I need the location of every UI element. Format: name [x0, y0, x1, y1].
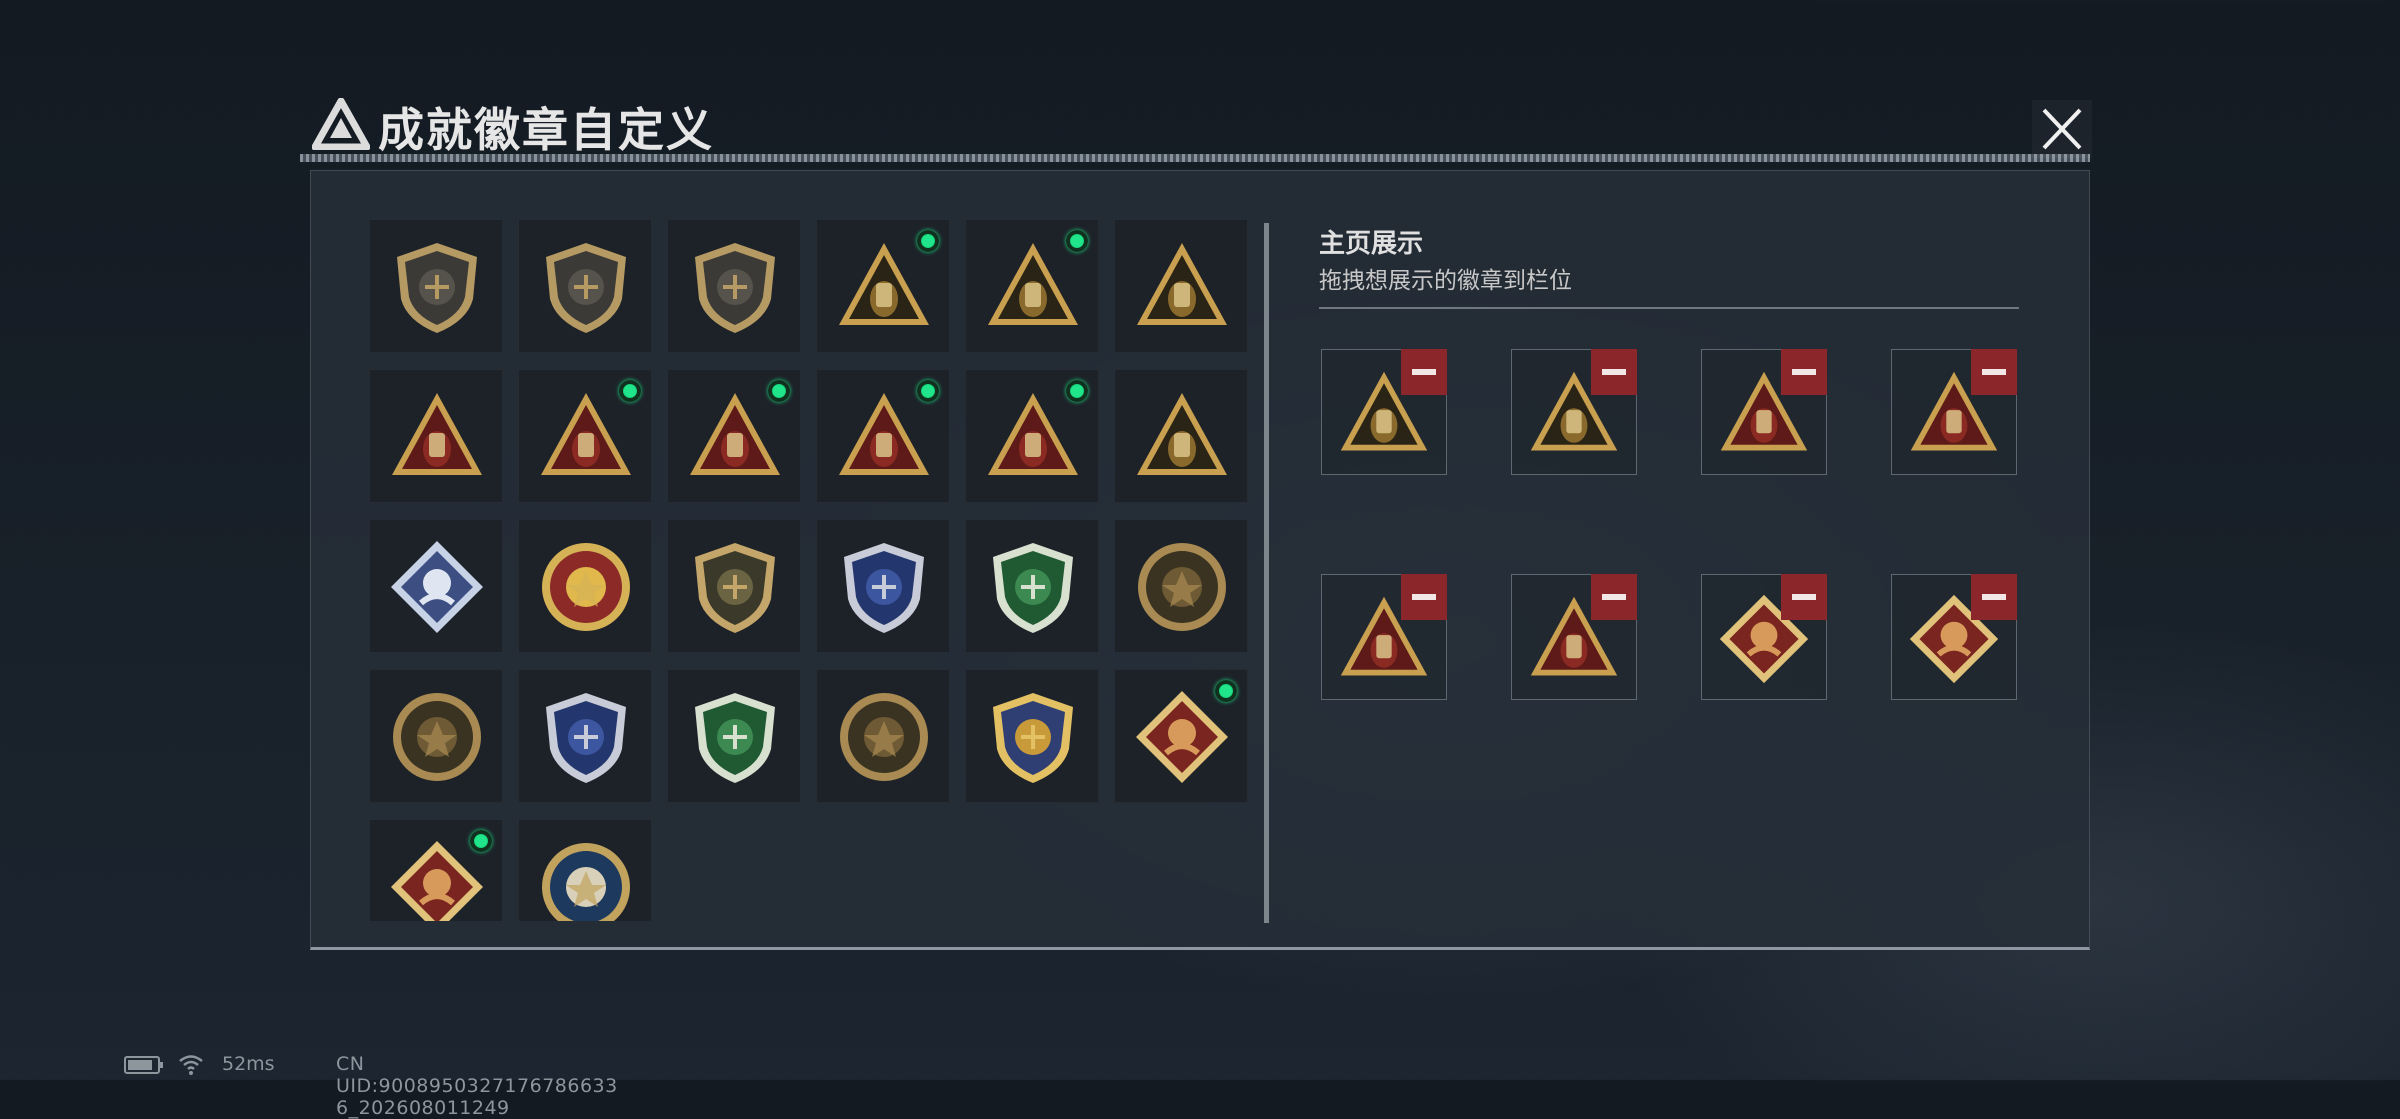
remove-badge-button[interactable] — [1971, 574, 2017, 620]
new-indicator-dot — [1066, 380, 1088, 402]
green-laurel-shield-badge-icon — [993, 543, 1073, 633]
badge-cell-olive-shield-badge[interactable] — [667, 519, 801, 653]
badge-cell-helicopter-shield-badge[interactable] — [518, 219, 652, 353]
kneeling-figure-badge-icon — [839, 393, 929, 475]
hands-dice-badge-icon — [988, 393, 1078, 475]
soldiers-flag-badge-icon — [1137, 393, 1227, 475]
ping-readout: 52ms — [222, 1053, 275, 1075]
new-indicator-dot — [1066, 230, 1088, 252]
new-indicator-dot — [1215, 680, 1237, 702]
new-indicator-dot — [917, 230, 939, 252]
showcase-slot-red-dragon-diamond-badge[interactable] — [1701, 574, 1827, 700]
new-indicator-dot — [917, 380, 939, 402]
battery-icon — [124, 1056, 163, 1074]
blue-laurel-shield-badge-icon — [844, 543, 924, 633]
panel-divider — [1264, 223, 1269, 923]
badge-cell-blue-diamond-rose-badge[interactable] — [369, 519, 503, 653]
badge-cell-hands-dice-badge[interactable] — [965, 369, 1099, 503]
number-one-badge-icon — [392, 393, 482, 475]
remove-badge-button[interactable] — [1591, 349, 1637, 395]
badge-cell-kneeling-figure-badge[interactable] — [816, 369, 950, 503]
badge-customization-panel: 主页展示 拖拽想展示的徽章到栏位 — [310, 170, 2090, 950]
user-uid: CN UID:9008950327176786633 6_20260801124… — [336, 1053, 618, 1119]
title-divider-stripe — [300, 154, 2090, 162]
remove-badge-button[interactable] — [1781, 349, 1827, 395]
page-title: 成就徽章自定义 — [378, 103, 714, 157]
blue-crosshair-rifle-badge-icon — [546, 693, 626, 783]
remove-badge-button[interactable] — [1971, 349, 2017, 395]
badge-collection-grid[interactable] — [369, 219, 1269, 921]
badge-cell-green-crosshair-rifle-badge[interactable] — [667, 669, 801, 803]
canister-57-badge-icon — [839, 243, 929, 325]
olive-shield-badge-icon — [695, 543, 775, 633]
tank-sunburst-badge-icon — [393, 693, 481, 781]
showcase-title: 主页展示 — [1319, 229, 1424, 259]
close-x-icon — [2032, 100, 2092, 158]
satellite-59-badge-icon — [988, 243, 1078, 325]
remove-badge-button[interactable] — [1401, 574, 1447, 620]
mask-helmet-badge-icon — [690, 393, 780, 475]
green-crosshair-rifle-badge-icon — [695, 693, 775, 783]
wolf-round-badge-icon — [542, 843, 630, 921]
badge-cell-dagger-shield-badge[interactable] — [667, 219, 801, 353]
red-dragon-diamond-badge-icon — [1136, 691, 1228, 783]
badge-cell-skull-crosshair-medal-badge[interactable] — [1114, 519, 1248, 653]
new-indicator-dot — [768, 380, 790, 402]
showcase-hint: 拖拽想展示的徽章到栏位 — [1319, 268, 1572, 294]
badge-cell-rifle-round-badge[interactable] — [816, 669, 950, 803]
badge-cell-running-figure-diamond-badge[interactable] — [369, 819, 503, 921]
showcase-slot-satellite-59-badge[interactable] — [1511, 349, 1637, 475]
showcase-slot-kneeling-figure-badge[interactable] — [1701, 349, 1827, 475]
badge-cell-tank-sunburst-badge[interactable] — [369, 669, 503, 803]
helicopter-shield-badge-icon — [546, 243, 626, 333]
badge-cell-green-laurel-shield-badge[interactable] — [965, 519, 1099, 653]
badge-cell-blue-laurel-shield-badge[interactable] — [816, 519, 950, 653]
remove-badge-button[interactable] — [1401, 349, 1447, 395]
badge-cell-canister-57-badge[interactable] — [816, 219, 950, 353]
window-header: 成就徽章自定义 — [300, 88, 2096, 162]
wifi-icon — [179, 1055, 203, 1075]
showcase-divider — [1319, 307, 2019, 309]
triangle-emblem-icon — [312, 98, 370, 150]
badge-cell-red-dragon-diamond-badge[interactable] — [1114, 669, 1248, 803]
red-star-medal-badge-icon — [542, 543, 630, 631]
skull-crosshair-medal-badge-icon — [1138, 543, 1226, 631]
badge-cell-wolf-round-badge[interactable] — [518, 819, 652, 921]
new-indicator-dot — [470, 830, 492, 852]
badge-cell-usb-drive-badge[interactable] — [518, 369, 652, 503]
badge-cell-egg-nest-badge[interactable] — [1114, 219, 1248, 353]
badge-cell-red-star-medal-badge[interactable] — [518, 519, 652, 653]
shield-triangle-emblem-badge-icon — [397, 243, 477, 333]
blue-diamond-rose-badge-icon — [391, 541, 483, 633]
new-indicator-dot — [619, 380, 641, 402]
rifle-round-badge-icon — [840, 693, 928, 781]
remove-badge-button[interactable] — [1781, 574, 1827, 620]
egg-nest-badge-icon — [1137, 243, 1227, 325]
showcase-slot-usb-drive-badge[interactable] — [1891, 349, 2017, 475]
dagger-shield-badge-icon — [695, 243, 775, 333]
badge-cell-shield-triangle-emblem-badge[interactable] — [369, 219, 503, 353]
usb-drive-badge-icon — [541, 393, 631, 475]
badge-cell-blue-crosshair-rifle-badge[interactable] — [518, 669, 652, 803]
badge-cell-gold-crosshair-rifle-badge[interactable] — [965, 669, 1099, 803]
homepage-showcase: 主页展示 拖拽想展示的徽章到栏位 — [1319, 223, 2019, 923]
badge-cell-number-one-badge[interactable] — [369, 369, 503, 503]
showcase-slot-canister-57-badge[interactable] — [1321, 349, 1447, 475]
badge-cell-mask-helmet-badge[interactable] — [667, 369, 801, 503]
close-button[interactable] — [2032, 100, 2092, 158]
badge-cell-soldiers-flag-badge[interactable] — [1114, 369, 1248, 503]
badge-cell-satellite-59-badge[interactable] — [965, 219, 1099, 353]
showcase-slot-mask-helmet-badge[interactable] — [1321, 574, 1447, 700]
running-figure-diamond-badge-icon — [391, 841, 483, 921]
gold-crosshair-rifle-badge-icon — [993, 693, 1073, 783]
remove-badge-button[interactable] — [1591, 574, 1637, 620]
showcase-slot-hands-dice-badge[interactable] — [1511, 574, 1637, 700]
showcase-slot-running-figure-diamond-badge[interactable] — [1891, 574, 2017, 700]
